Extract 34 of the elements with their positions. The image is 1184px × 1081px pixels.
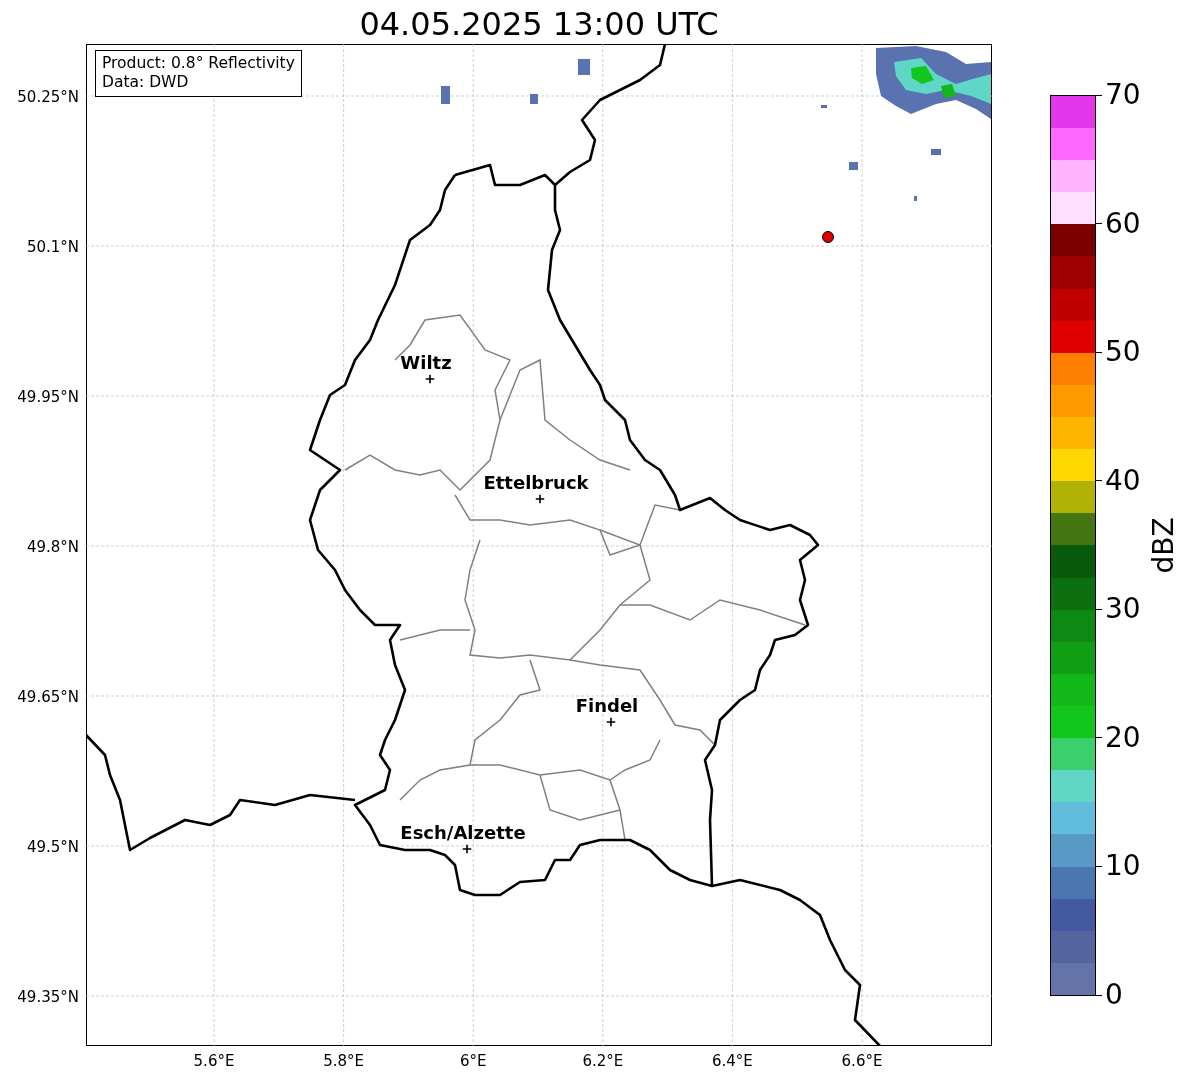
colorbar-tick-label: 20 [1105,721,1141,754]
city-marker-icon [425,374,435,384]
latitude-label: 49.65°N [17,688,79,706]
city-label: Findel [575,695,639,716]
legend-text: Data: DWD [102,73,190,92]
latitude-label: 49.35°N [17,988,79,1006]
city-label: Esch/Alzette [400,822,526,843]
colorbar-tick-label: 40 [1105,464,1141,497]
city-label: Wiltz [400,352,452,373]
latitude-label: 50.1°N [26,238,79,256]
latitude-label: 49.5°N [26,838,79,856]
city-marker-icon [606,717,616,727]
colorbar-tick-label: 30 [1105,593,1141,626]
latitude-label: 50.25°N [17,88,79,106]
longitude-label: 6.2°E [582,1052,624,1070]
longitude-label: 5.6°E [193,1052,235,1070]
map-title: 04.05.2025 13:00 UTC [358,4,720,44]
latitude-label: 49.95°N [17,388,79,406]
city-marker-icon [535,494,545,504]
longitude-label: 6.6°E [841,1052,883,1070]
latitude-label: 49.8°N [26,538,79,556]
legend-text: Product: 0.8° Reflectivity [102,54,295,73]
colorbar-tick-label: 60 [1105,207,1141,240]
colorbar-tick-label: 70 [1105,79,1141,111]
longitude-label: 6.4°E [711,1052,753,1070]
longitude-label: 5.8°E [323,1052,364,1070]
longitude-label: 6°E [459,1052,487,1070]
colorbar-tick-label: 0 [1105,979,1123,1011]
colorbar-tick-label: 50 [1105,336,1141,369]
colorbar-tick-label: 10 [1105,850,1141,883]
location-marker [822,231,834,243]
city-label: Ettelbruck [483,472,589,493]
colorbar-title: dBZ [1146,517,1180,574]
city-marker-icon [462,844,472,854]
